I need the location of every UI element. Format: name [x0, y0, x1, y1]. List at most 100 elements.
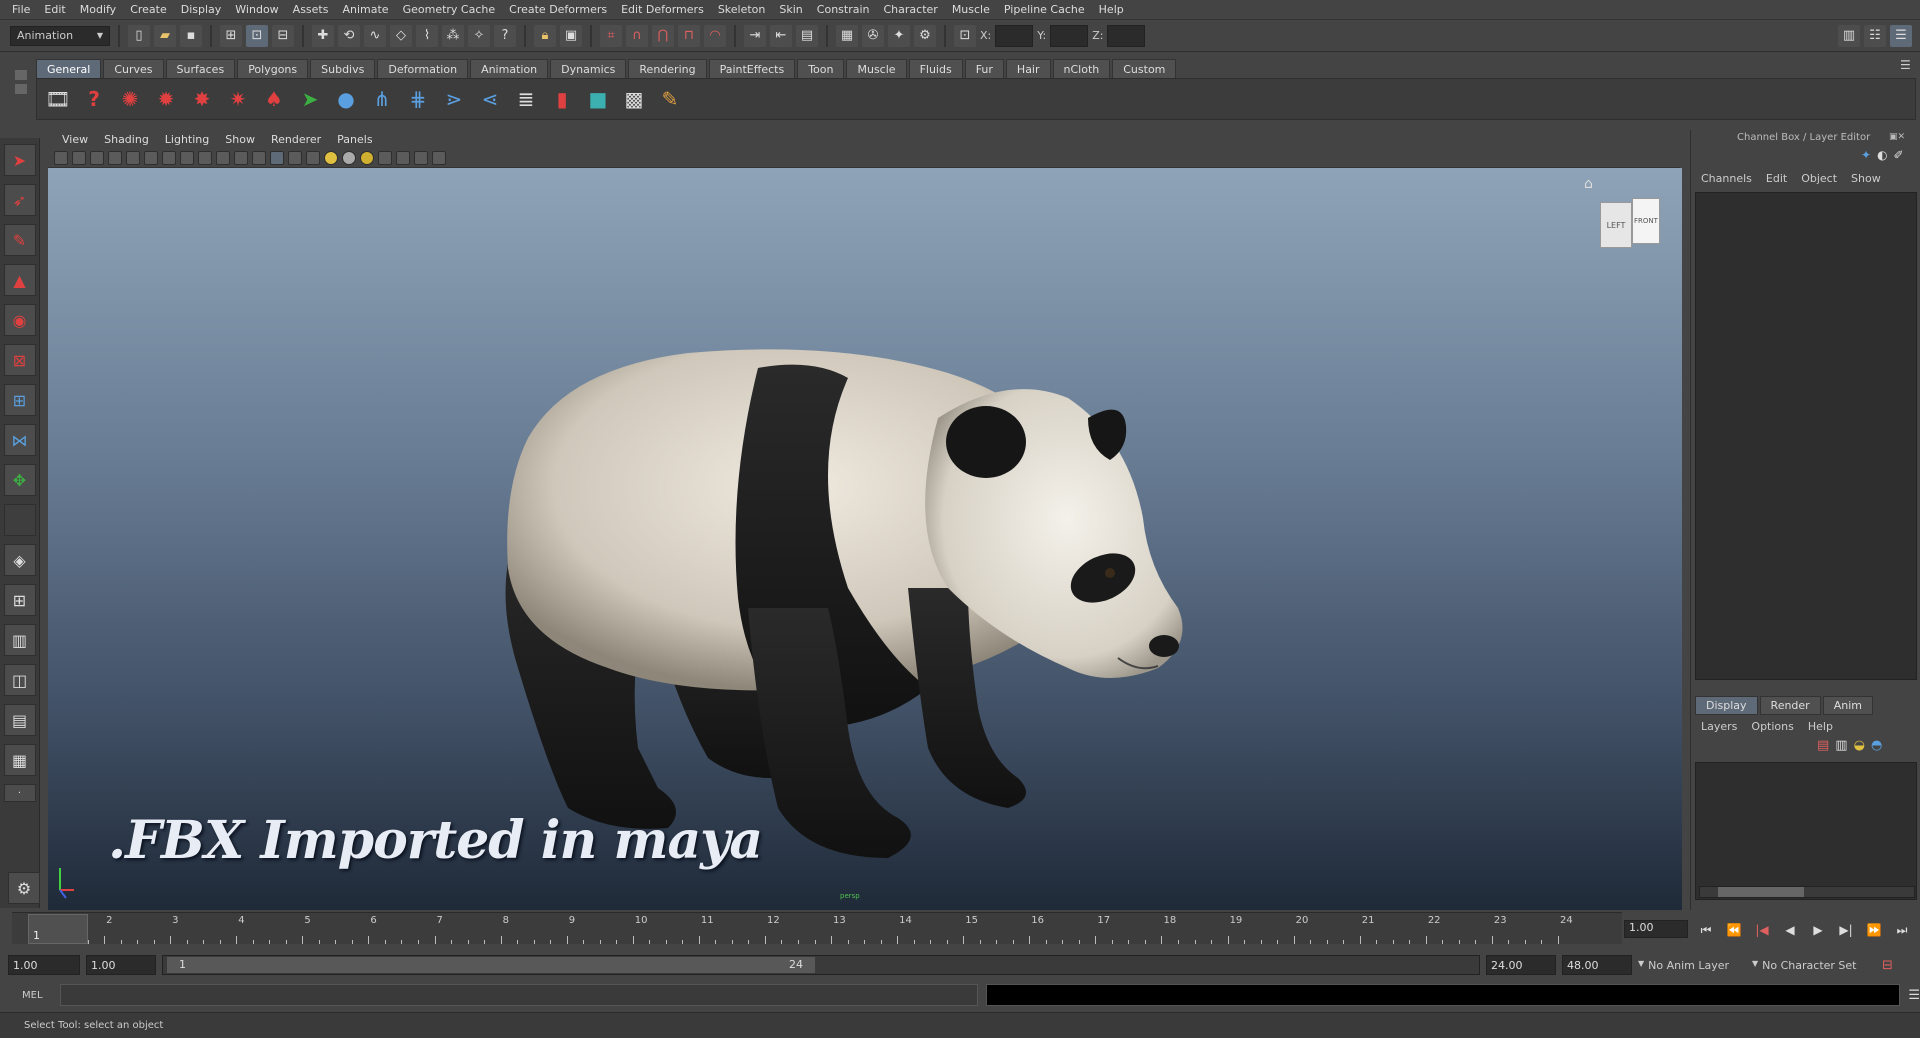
last-tool-icon[interactable] — [3, 504, 36, 536]
shelf-toggle-icon[interactable] — [15, 70, 27, 80]
step-back-frame-icon[interactable]: |◀ — [1750, 921, 1774, 939]
panel-menu-shading[interactable]: Shading — [96, 133, 157, 146]
shelf-tab-animation[interactable]: Animation — [470, 59, 549, 78]
shelf-tab-painteffects[interactable]: PaintEffects — [708, 59, 796, 78]
anim-layer-selector[interactable]: ▼ No Anim Layer — [1638, 959, 1746, 972]
select-surfaces-icon[interactable]: ◇ — [390, 24, 412, 47]
image-plane-icon[interactable] — [108, 150, 122, 165]
snap-grid-icon[interactable]: ⌗ — [600, 24, 622, 47]
channel-box-area[interactable] — [1695, 192, 1917, 680]
hierarchy-icon[interactable]: ⋖ — [475, 83, 505, 115]
persp-outliner-layout-icon[interactable]: ▥ — [3, 624, 36, 656]
lasso-tool-icon[interactable]: ➶ — [3, 184, 36, 216]
y-field[interactable] — [1050, 24, 1089, 47]
render-settings-icon[interactable]: ⚙ — [914, 24, 936, 47]
settings-gear-icon[interactable]: ⚙ — [8, 872, 40, 904]
shelf-tab-curves[interactable]: Curves — [103, 59, 164, 78]
menu-edit[interactable]: Edit — [38, 3, 73, 16]
menu-muscle[interactable]: Muscle — [946, 3, 998, 16]
select-hierarchy-icon[interactable]: ⊞ — [220, 24, 242, 47]
menu-help[interactable]: Help — [1093, 3, 1132, 16]
menuset-selector[interactable]: Animation ▼ — [10, 25, 110, 46]
select-handles-icon[interactable]: ✚ — [312, 24, 334, 47]
outliner-icon[interactable]: ✹ — [151, 83, 181, 115]
shelf-tab-toon[interactable]: Toon — [797, 59, 845, 78]
shelf-tab-custom[interactable]: Custom — [1112, 59, 1177, 78]
layer-tab-display[interactable]: Display — [1695, 696, 1758, 715]
tool-settings-icon[interactable]: ☷ — [1864, 24, 1886, 47]
snap-curve-icon[interactable]: ∩ — [626, 24, 648, 47]
rotate-tool-icon[interactable]: ◉ — [3, 304, 36, 336]
camera-attributes-icon[interactable] — [72, 150, 86, 165]
select-component-icon[interactable]: ⊟ — [272, 24, 294, 47]
layer-menu-layers[interactable]: Layers — [1701, 720, 1737, 733]
channel-menu-object[interactable]: Object — [1801, 172, 1837, 185]
channel-box-icon[interactable]: ☰ — [1890, 24, 1912, 47]
menu-assets[interactable]: Assets — [287, 3, 337, 16]
gate-mask-icon[interactable] — [180, 150, 194, 165]
all-lights-icon[interactable] — [342, 150, 356, 165]
construction-history-icon[interactable]: ▤ — [796, 24, 818, 47]
move-layer-up-icon[interactable]: ◒ — [1854, 738, 1865, 753]
x-field[interactable] — [995, 24, 1034, 47]
output-connections-icon[interactable]: ⇤ — [770, 24, 792, 47]
command-input[interactable] — [59, 984, 979, 1006]
channel-menu-edit[interactable]: Edit — [1766, 172, 1787, 185]
lock-selection-icon[interactable]: 🔒︎ — [534, 24, 556, 47]
textured-icon[interactable] — [306, 150, 320, 165]
render-view-icon[interactable]: ▦ — [836, 24, 858, 47]
shelf-menu-arrow-icon[interactable] — [15, 84, 27, 94]
shelf-tab-general[interactable]: General — [36, 59, 102, 78]
smooth-shade-icon[interactable] — [270, 150, 284, 165]
layer-tab-render[interactable]: Render — [1759, 696, 1821, 715]
end-time-field[interactable]: 48.00 — [1562, 955, 1632, 975]
help-question-icon[interactable]: ? — [79, 83, 109, 115]
range-slider[interactable]: 1 24 — [162, 955, 1480, 975]
panel-menu-renderer[interactable]: Renderer — [263, 133, 329, 146]
start-time-field[interactable]: 1.00 — [8, 955, 80, 975]
range-slider-handle[interactable]: 1 24 — [167, 957, 815, 973]
channel-menu-show[interactable]: Show — [1851, 172, 1881, 185]
shadows-icon[interactable] — [360, 150, 374, 165]
resolution-gate-icon[interactable] — [162, 150, 176, 165]
select-curves-icon[interactable]: ∿ — [364, 24, 386, 47]
menu-window[interactable]: Window — [229, 3, 286, 16]
home-icon[interactable]: ⌂ — [1584, 176, 1602, 194]
paint-tool-icon[interactable]: ✎ — [655, 83, 685, 115]
cube-teal-icon[interactable]: ■ — [583, 83, 613, 115]
menu-edit-deformers[interactable]: Edit Deformers — [615, 3, 712, 16]
panel-menu-panels[interactable]: Panels — [329, 133, 380, 146]
shelf-tab-deformation[interactable]: Deformation — [377, 59, 469, 78]
persp-graph-layout-icon[interactable]: ◫ — [3, 664, 36, 696]
wireframe-icon[interactable] — [252, 150, 266, 165]
current-frame-field[interactable]: 1.00 — [1624, 920, 1688, 938]
safe-title-icon[interactable] — [234, 150, 248, 165]
transform-field-icon[interactable]: ⊡ — [954, 24, 976, 47]
panel-close-icon[interactable]: ▣✕ — [1889, 132, 1905, 142]
select-dynamics-icon[interactable]: ⁂ — [442, 24, 464, 47]
save-scene-icon[interactable]: ▪ — [180, 24, 202, 47]
film-gate-icon[interactable] — [144, 150, 158, 165]
menu-modify[interactable]: Modify — [74, 3, 124, 16]
snap-view-plane-icon[interactable]: ⊓ — [678, 24, 700, 47]
cylinder-red-icon[interactable]: ▮ — [547, 83, 577, 115]
shelf-menu-icon[interactable]: ☰ — [1900, 58, 1911, 72]
grid-toggle-icon[interactable] — [126, 150, 140, 165]
time-slider[interactable]: 123456789101112131415161718192021222324 — [12, 912, 1622, 944]
layer-scrollbar[interactable] — [1699, 886, 1915, 898]
go-to-start-icon[interactable]: ⏮ — [1694, 921, 1718, 939]
menu-animate[interactable]: Animate — [336, 3, 396, 16]
shelf-tab-subdivs[interactable]: Subdivs — [310, 59, 376, 78]
play-forward-icon[interactable]: ▶ — [1806, 921, 1830, 939]
parent-icon[interactable]: ⋕ — [403, 83, 433, 115]
input-connections-icon[interactable]: ⇥ — [744, 24, 766, 47]
move-layer-down-icon[interactable]: ◓ — [1871, 738, 1882, 753]
universal-manipulator-icon[interactable]: ⊞ — [3, 384, 36, 416]
step-back-key-icon[interactable]: ⏪ — [1722, 921, 1746, 939]
view-cube[interactable]: LEFT FRONT — [1598, 196, 1662, 254]
hypergraph-icon[interactable]: ✺ — [115, 83, 145, 115]
playhead[interactable]: 1 — [28, 914, 88, 944]
shelf-tab-rendering[interactable]: Rendering — [628, 59, 707, 78]
field-chart-icon[interactable] — [198, 150, 212, 165]
shelf-tab-polygons[interactable]: Polygons — [237, 59, 309, 78]
